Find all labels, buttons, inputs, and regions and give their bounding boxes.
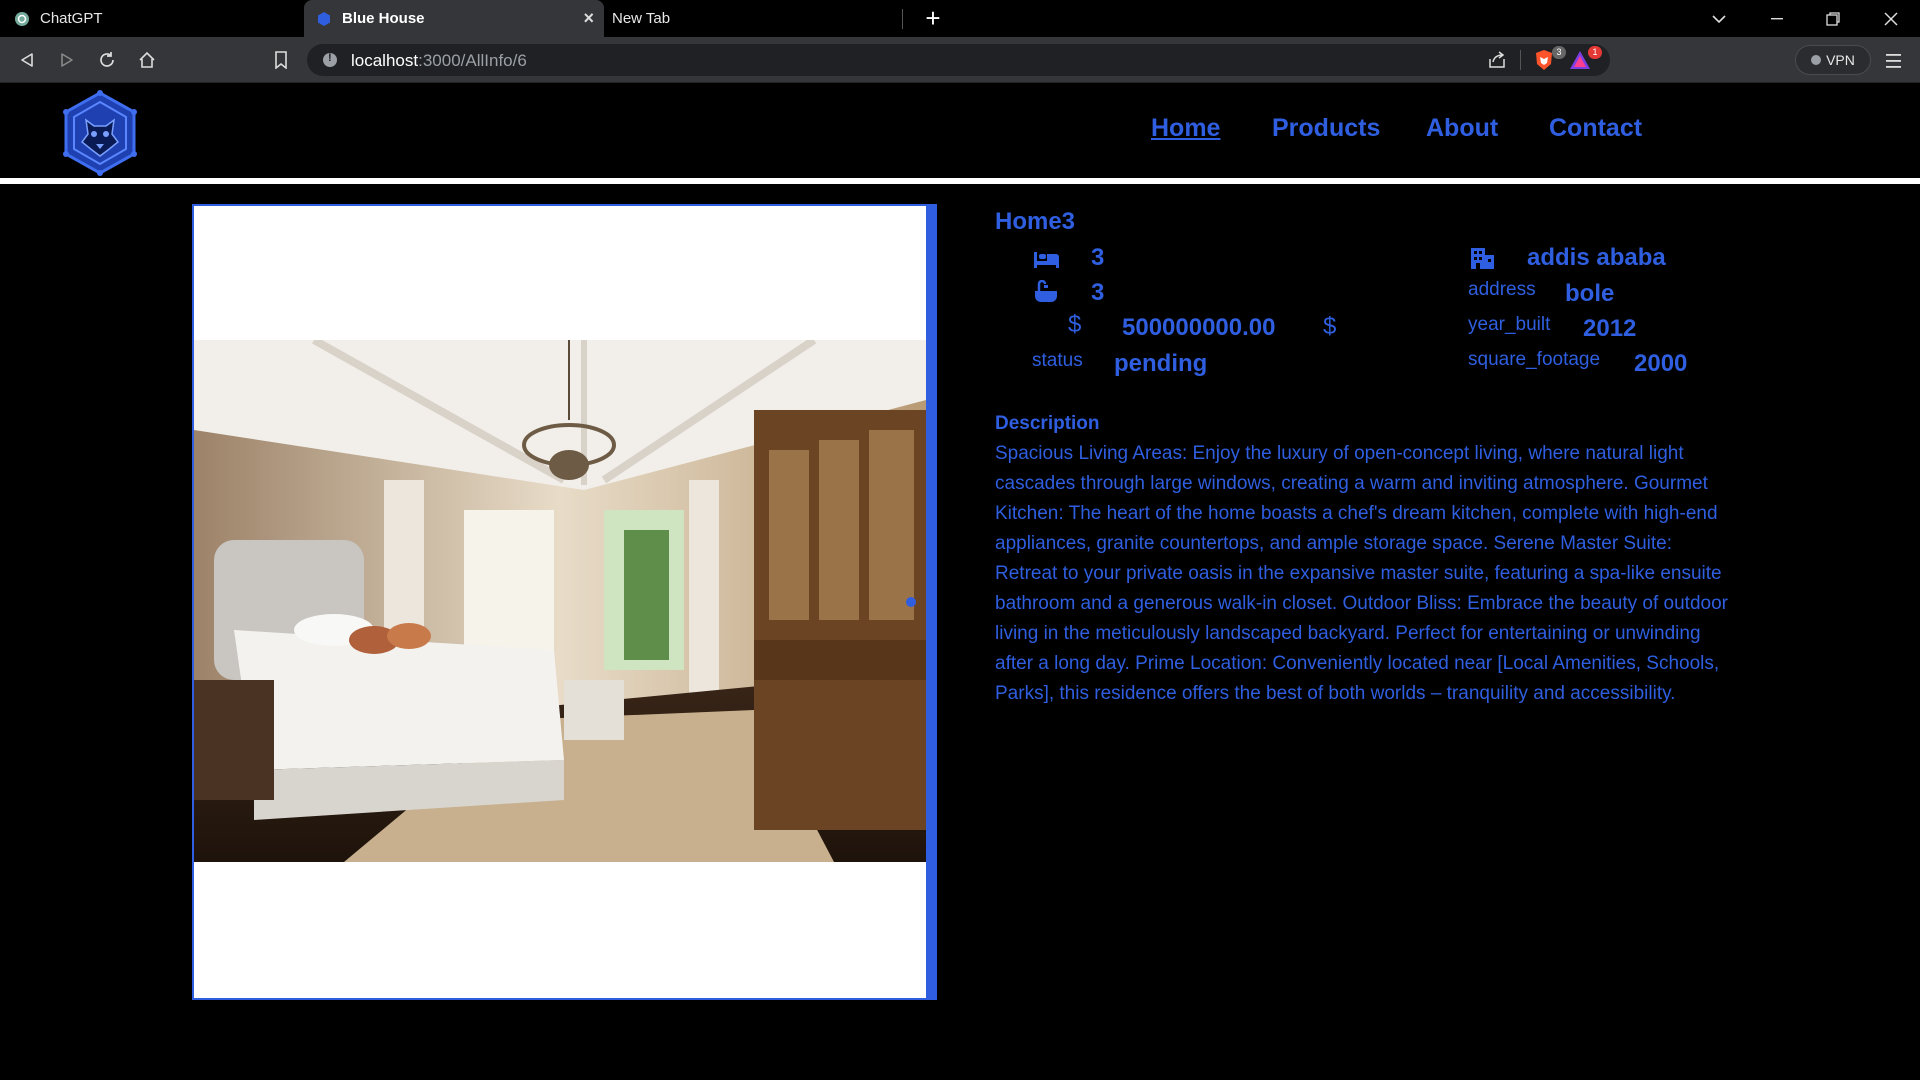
vpn-label: VPN (1826, 52, 1855, 68)
description-text: Spacious Living Areas: Enjoy the luxury … (995, 443, 1728, 704)
vpn-button[interactable]: VPN (1795, 45, 1871, 75)
back-icon[interactable] (12, 45, 42, 75)
year-built-value: 2012 (1583, 315, 1637, 342)
menu-icon[interactable] (1878, 49, 1908, 73)
site-info-icon[interactable] (323, 52, 337, 67)
url-text[interactable]: localhost:3000/AllInfo/6 (351, 51, 527, 71)
reload-icon[interactable] (92, 45, 122, 75)
shield-count-badge: 3 (1552, 46, 1566, 59)
square-footage-value: 2000 (1634, 350, 1688, 377)
tab-divider (902, 9, 903, 29)
site-logo-icon (316, 11, 332, 27)
tab-title: New Tab (612, 10, 671, 27)
header-divider (0, 178, 1920, 184)
tab-blue-house[interactable]: Blue House × (304, 0, 604, 37)
square-footage-label: square_footage (1468, 349, 1601, 370)
bathrooms-value: 3 (1091, 279, 1105, 306)
bookmark-icon[interactable] (266, 45, 296, 75)
price-value: 500000000.00 (1122, 314, 1276, 341)
rewards-count-badge: 1 (1588, 46, 1602, 59)
minimize-icon[interactable] (1754, 0, 1800, 37)
nav-home-link[interactable]: Home (1151, 114, 1220, 143)
close-icon[interactable]: × (583, 9, 594, 27)
bed-icon (1034, 252, 1059, 268)
property-photo (194, 340, 926, 862)
chatgpt-icon (14, 11, 30, 27)
share-icon[interactable] (1487, 50, 1507, 70)
home-icon[interactable] (132, 45, 162, 75)
tab-search-chevron-icon[interactable] (1696, 0, 1742, 37)
dollar-icon: $ (1323, 313, 1337, 340)
site-header: Home Products About Contact (0, 84, 1920, 178)
building-icon (1471, 248, 1494, 269)
forward-icon[interactable] (52, 45, 82, 75)
year-built-label: year_built (1468, 314, 1551, 335)
address-bar[interactable]: localhost:3000/AllInfo/6 3 1 (307, 44, 1610, 76)
nav-contact-link[interactable]: Contact (1549, 114, 1642, 143)
url-divider (1520, 50, 1521, 70)
tab-new-tab[interactable]: New Tab (604, 0, 902, 37)
tab-title: ChatGPT (40, 10, 103, 27)
property-photo-frame (192, 204, 937, 1000)
status-value: pending (1114, 350, 1208, 377)
tab-title: Blue House (342, 10, 425, 27)
nav-about-link[interactable]: About (1426, 114, 1498, 143)
restore-icon[interactable] (1810, 0, 1856, 37)
status-label: status (1032, 350, 1083, 371)
browser-tab-bar: ChatGPT Blue House × New Tab + (0, 0, 1920, 37)
tab-chatgpt[interactable]: ChatGPT (14, 0, 304, 37)
nav-products-link[interactable]: Products (1272, 114, 1380, 143)
dollar-icon: $ (1068, 311, 1082, 338)
url-host: localhost (351, 51, 419, 70)
bathtub-icon (1035, 280, 1057, 302)
city-value: addis ababa (1527, 244, 1666, 271)
url-path: :3000/AllInfo/6 (418, 51, 527, 70)
site-logo-icon[interactable] (62, 90, 138, 176)
carousel-dot[interactable] (906, 597, 916, 607)
vpn-status-icon (1811, 55, 1822, 65)
bedrooms-value: 3 (1091, 244, 1105, 271)
property-title: Home3 (995, 208, 1076, 235)
brave-shield-icon[interactable] (1534, 49, 1554, 71)
close-window-icon[interactable] (1868, 0, 1914, 37)
address-label: address (1468, 279, 1536, 300)
address-value: bole (1565, 280, 1615, 307)
browser-toolbar: localhost:3000/AllInfo/6 3 1 VPN (0, 37, 1920, 83)
photo-scrollbar[interactable] (926, 206, 935, 998)
description-heading: Description (995, 413, 1100, 434)
new-tab-button[interactable]: + (918, 4, 948, 34)
